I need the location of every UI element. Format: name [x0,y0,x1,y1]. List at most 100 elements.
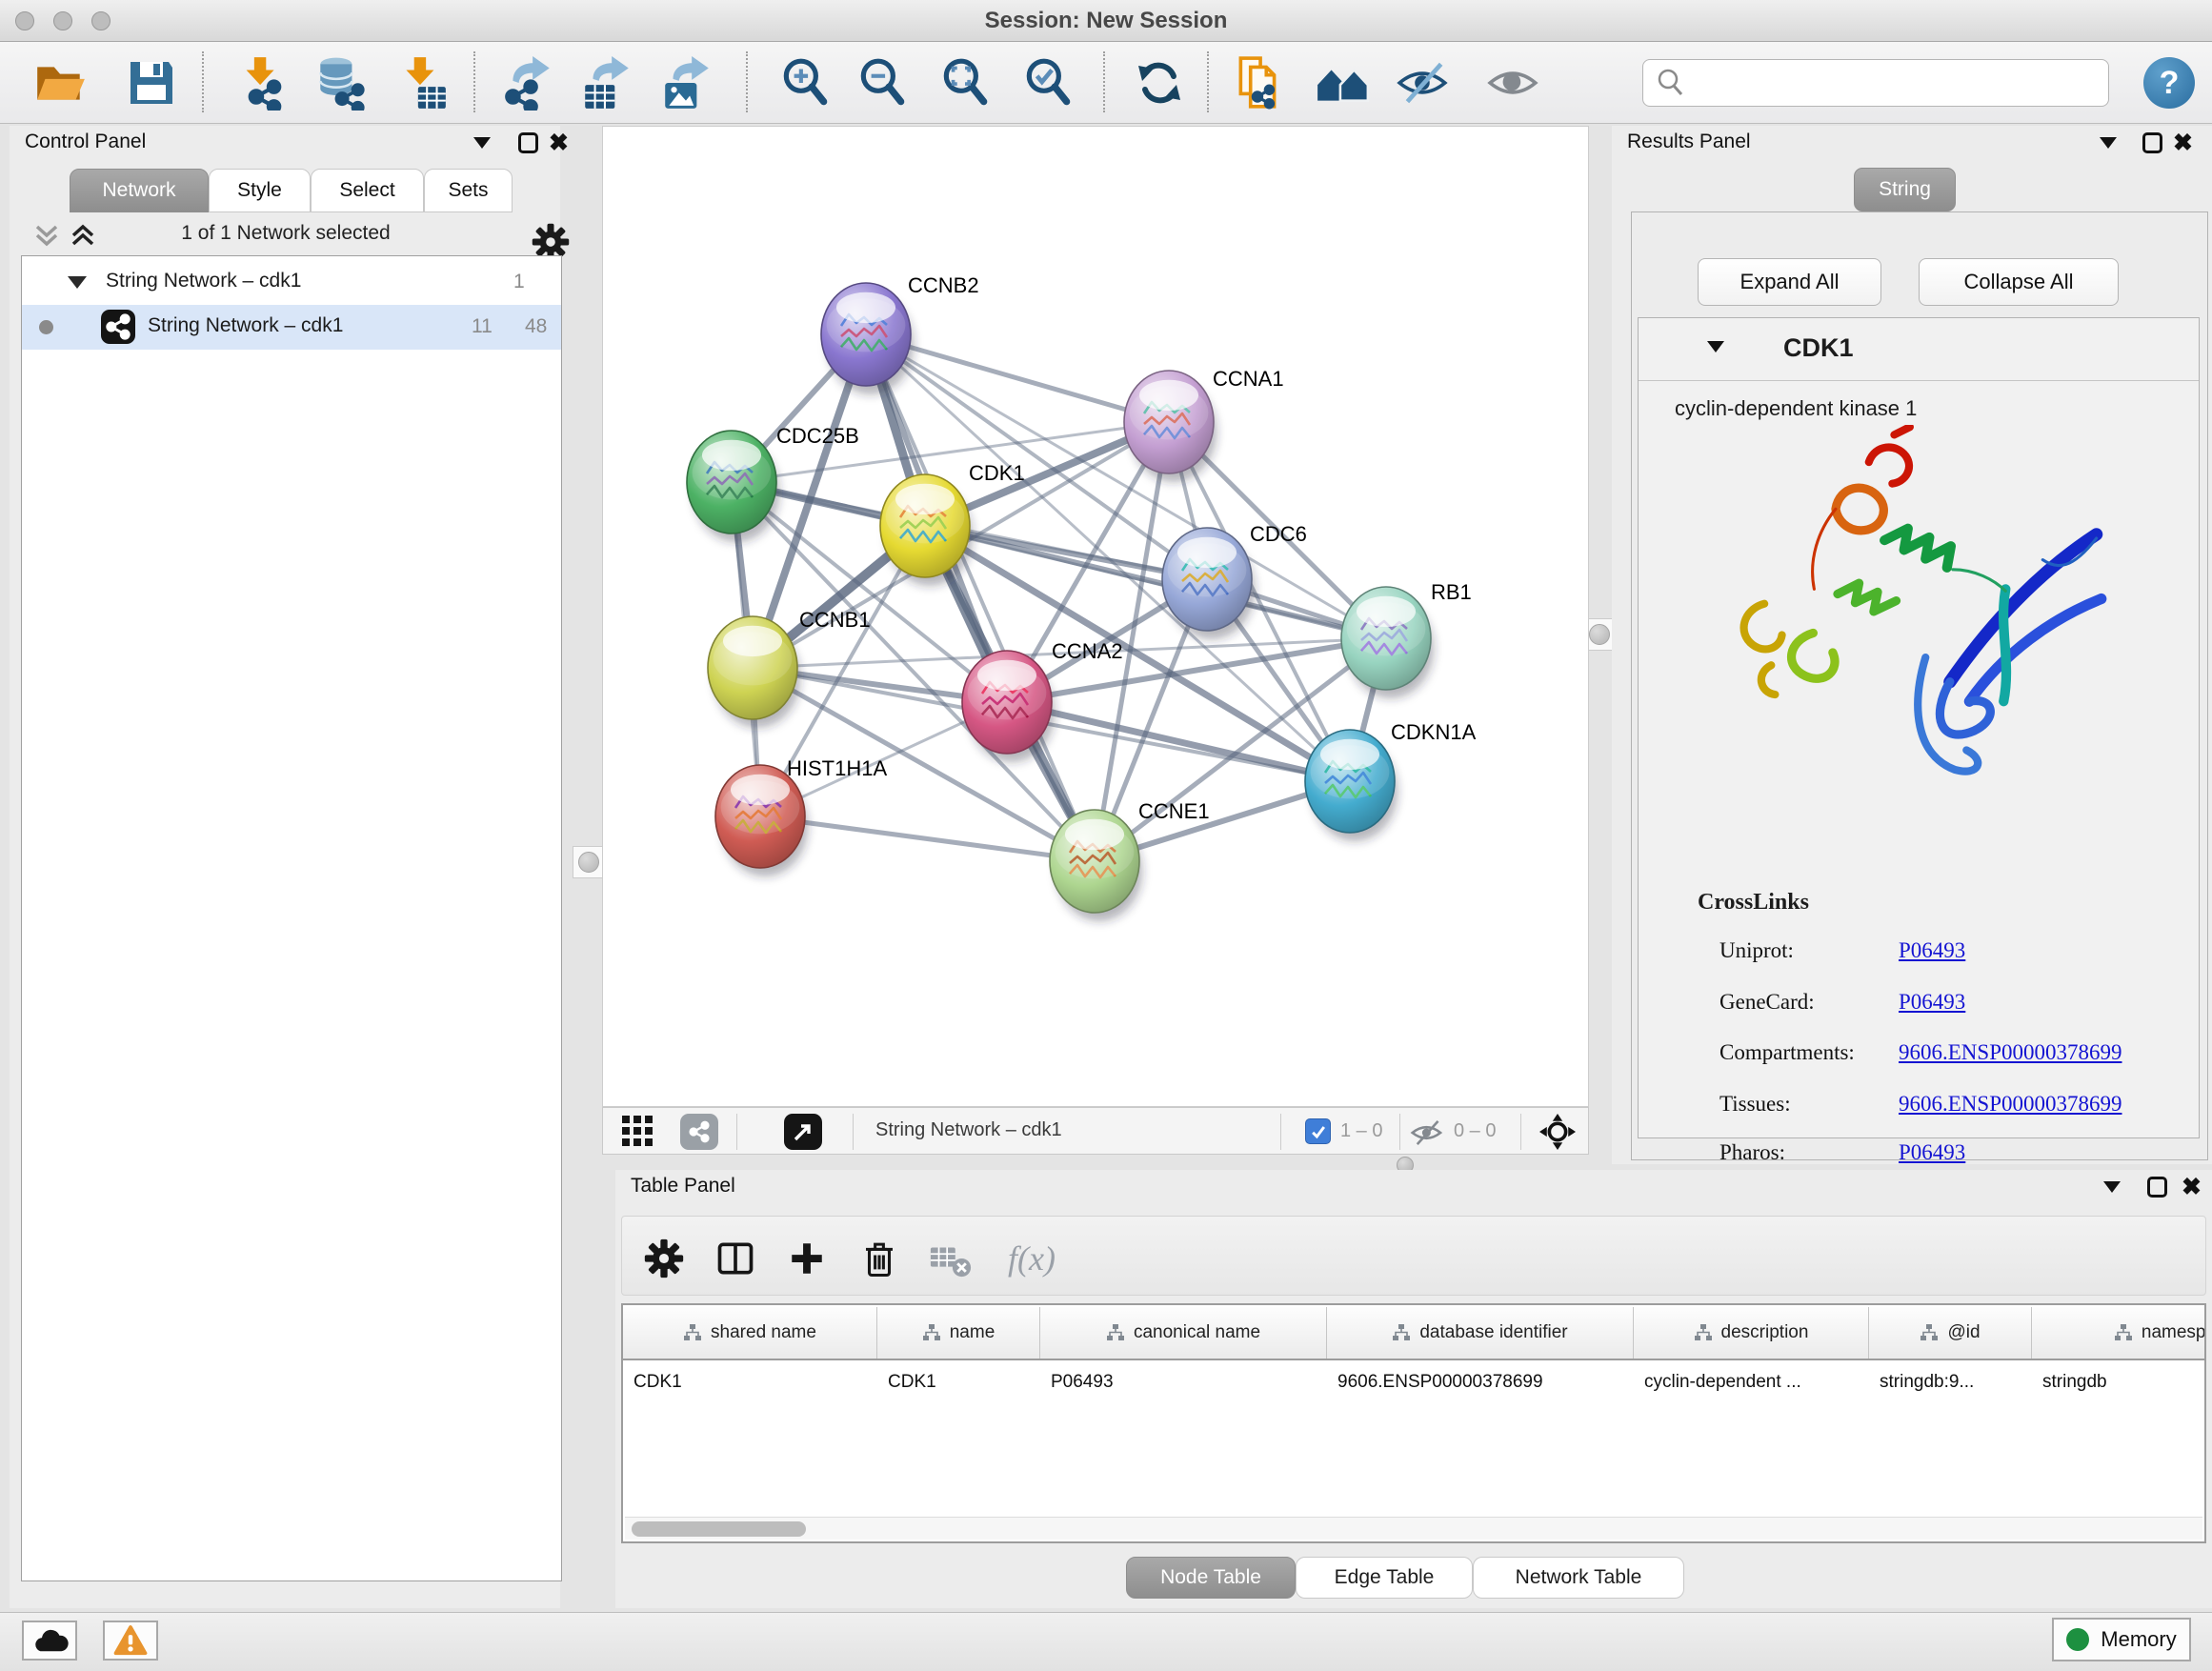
apply-layout-button[interactable] [1122,48,1196,118]
table-cell[interactable]: CDK1 [623,1362,877,1402]
table-panel: Table Panel ✖ [615,1170,2212,1608]
float-panel-icon[interactable] [2147,1177,2167,1198]
column-header-2[interactable]: canonical name [1040,1307,1327,1359]
column-header-5[interactable]: @id [1869,1307,2032,1359]
tab-edge-table[interactable]: Edge Table [1296,1557,1473,1599]
column-header-6[interactable]: namespace [2032,1307,2206,1359]
grid-view-button[interactable] [620,1115,656,1154]
tab-node-table[interactable]: Node Table [1126,1557,1296,1599]
save-session-button[interactable] [114,48,189,118]
help-button[interactable]: ? [2143,57,2195,109]
collapse-panel-icon[interactable] [2103,1181,2121,1193]
show-all-button[interactable] [1477,48,1551,118]
delete-table-button[interactable] [924,1232,977,1285]
copy-style-button[interactable] [1221,48,1296,118]
warnings-button[interactable] [103,1621,158,1661]
table-cell[interactable]: cyclin-dependent ... [1634,1362,1869,1402]
column-header-1[interactable]: name [877,1307,1040,1359]
tree-expand-caret-icon[interactable] [66,273,89,291]
close-panel-icon[interactable]: ✖ [2182,1176,2202,1198]
export-image-button[interactable] [650,48,724,118]
show-columns-button[interactable] [709,1232,762,1285]
network-badge-button[interactable] [680,1114,718,1150]
function-builder-button[interactable]: f(x) [994,1232,1070,1285]
table-cell[interactable]: 9606.ENSP00000378699 [1327,1362,1634,1402]
table-options-button[interactable] [637,1232,691,1285]
collapse-all-tree-icon[interactable] [69,223,97,250]
zoom-selected-button[interactable] [1011,48,1085,118]
import-table-file-button[interactable] [385,48,459,118]
table-row[interactable]: CDK1CDK1P064939606.ENSP00000378699cyclin… [623,1362,2206,1402]
crosslink-compartments-link[interactable]: 9606.ENSP00000378699 [1899,1040,2122,1065]
export-table-button[interactable] [570,48,644,118]
network-canvas[interactable]: CCNB2CCNA1CDC25BCDK1CDC6RB1CCNB1CCNA2CDK… [602,126,1589,1107]
table-cell[interactable]: stringdb [2032,1362,2206,1402]
column-type-icon [1106,1323,1125,1342]
import-network-database-button[interactable] [303,48,377,118]
delete-column-button[interactable] [853,1232,906,1285]
column-header-0[interactable]: shared name [623,1307,877,1359]
splitter-dot [578,852,599,873]
tab-sets[interactable]: Sets [424,169,513,212]
selected-checkbox[interactable] [1305,1118,1331,1144]
table-cell[interactable]: CDK1 [877,1362,1040,1402]
tab-string[interactable]: String [1854,168,1956,211]
column-type-icon [922,1323,941,1342]
crosslink-pharos-link[interactable]: P06493 [1899,1140,1965,1165]
crosslink-tissues-link[interactable]: 9606.ENSP00000378699 [1899,1092,2122,1117]
first-neighbors-button[interactable] [1306,48,1380,118]
expand-all-button[interactable]: Expand All [1698,258,1881,306]
crosslink-uniprot-link[interactable]: P06493 [1899,938,1965,963]
table-cell[interactable]: stringdb:9... [1869,1362,2032,1402]
tab-select[interactable]: Select [311,169,424,212]
gene-section-header[interactable]: CDK1 [1639,318,2199,381]
zoom-out-button[interactable] [845,48,919,118]
collapse-panel-icon[interactable] [473,137,491,149]
left-splitter-handle[interactable] [573,846,605,878]
column-header-4[interactable]: description [1634,1307,1869,1359]
open-session-button[interactable] [23,48,97,118]
column-header-3[interactable]: database identifier [1327,1307,1634,1359]
cloud-status-button[interactable] [22,1621,77,1661]
network-row-selected[interactable]: String Network – cdk1 11 48 [22,305,561,350]
network-edge[interactable] [760,816,1095,861]
zoom-fit-button[interactable] [928,48,1002,118]
collapse-all-button[interactable]: Collapse All [1919,258,2119,306]
gene-collapse-caret-icon[interactable] [1707,341,1724,352]
hide-selected-button[interactable] [1386,48,1460,118]
node-gloss [886,490,965,543]
save-floppy-icon [125,56,178,110]
birdseye-view-button[interactable] [1539,1114,1576,1155]
memory-button[interactable]: Memory [2052,1618,2191,1661]
close-panel-icon[interactable]: ✖ [549,131,569,154]
export-table-icon [579,55,634,111]
zoom-out-icon [855,55,910,111]
network-edge[interactable] [866,334,1095,861]
network-edge[interactable] [1007,702,1350,781]
table-cell[interactable]: P06493 [1040,1362,1327,1402]
tab-style[interactable]: Style [209,169,311,212]
open-in-window-button[interactable] [784,1114,822,1150]
import-network-file-button[interactable] [221,48,295,118]
collapse-panel-icon[interactable] [2100,137,2117,149]
table-header-row: shared namenamecanonical namedatabase id… [623,1307,2206,1360]
eye-slash-icon [1396,55,1451,111]
network-collection-row[interactable]: String Network – cdk1 1 [22,260,561,305]
application-window: Session: New Session [0,0,2212,1671]
network-collection-label: String Network – cdk1 [106,270,301,292]
add-column-button[interactable] [780,1232,834,1285]
tab-network[interactable]: Network [70,169,209,212]
node-gloss [1056,825,1135,878]
search-input[interactable] [1695,64,2108,102]
export-network-button[interactable] [492,48,566,118]
float-panel-icon[interactable] [2142,132,2162,153]
scrollbar-thumb[interactable] [632,1521,806,1537]
expand-all-tree-icon[interactable] [32,223,61,250]
tab-network-table[interactable]: Network Table [1473,1557,1684,1599]
close-panel-icon[interactable]: ✖ [2173,131,2193,154]
import-table-icon [394,55,450,111]
crosslink-genecard-link[interactable]: P06493 [1899,990,1965,1015]
table-horizontal-scrollbar[interactable] [625,1517,2202,1540]
float-panel-icon[interactable] [518,132,538,153]
zoom-in-button[interactable] [768,48,842,118]
